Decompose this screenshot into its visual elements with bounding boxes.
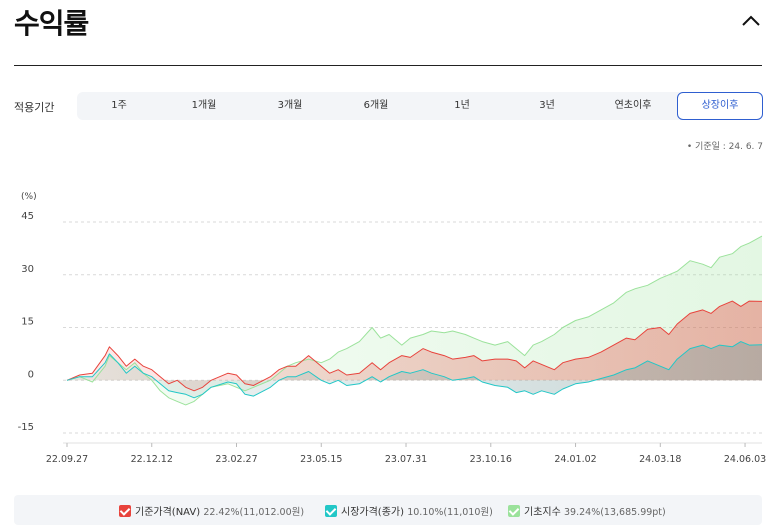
- y-axis-label: (%): [21, 192, 37, 202]
- y-tick-label: -15: [18, 422, 34, 433]
- x-tick-label: 24.03.18: [639, 454, 681, 465]
- x-tick-label: 23.02.27: [215, 454, 257, 465]
- return-chart: (%) 45 30 15 0 -15 22.09.27 22.12.12 23.02.27 23.…: [18, 192, 767, 465]
- checkbox-icon[interactable]: [325, 505, 337, 517]
- y-tick-label: 45: [21, 211, 34, 222]
- legend-label: 기준가격(NAV): [135, 507, 201, 518]
- x-tick-label: 22.09.27: [46, 454, 88, 465]
- legend-value: 22.42%(11,012.00원): [203, 507, 305, 518]
- x-tick-label: 24.06.03: [724, 454, 766, 465]
- x-tick-label: 24.01.02: [554, 454, 596, 465]
- checkbox-icon[interactable]: [508, 505, 520, 517]
- checkbox-icon[interactable]: [119, 505, 131, 517]
- legend-value: 10.10%(11,010원): [407, 507, 493, 518]
- legend-value: 39.24%(13,685.99pt): [564, 507, 666, 518]
- x-tick-label: 23.05.15: [300, 454, 342, 465]
- legend-label: 시장가격(종가): [341, 507, 405, 518]
- x-tick-label: 23.10.16: [470, 454, 512, 465]
- legend-item-nav[interactable]: 기준가격(NAV) 22.42%(11,012.00원): [119, 503, 304, 518]
- x-tick-label: 22.12.12: [131, 454, 173, 465]
- y-tick-label: 30: [21, 264, 34, 275]
- legend-item-market[interactable]: 시장가격(종가) 10.10%(11,010원): [325, 503, 493, 518]
- legend-item-index[interactable]: 기초지수 39.24%(13,685.99pt): [508, 503, 666, 518]
- y-tick-label: 15: [21, 317, 34, 328]
- legend-label: 기초지수: [524, 507, 561, 518]
- y-tick-label: 0: [28, 369, 34, 380]
- x-tick-label: 23.07.31: [385, 454, 427, 465]
